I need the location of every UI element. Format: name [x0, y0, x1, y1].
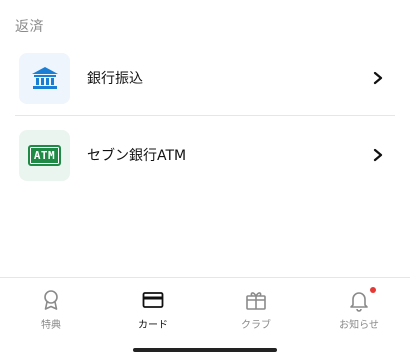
gift-icon	[246, 292, 266, 310]
bell-icon	[350, 292, 368, 312]
bottom-tab-bar: 特典 カード クラブ お知らせ	[0, 277, 410, 352]
card-icon	[142, 292, 164, 308]
bank-transfer-row[interactable]: 銀行振込	[0, 39, 410, 117]
tab-label: 特典	[41, 320, 61, 331]
bank-transfer-label: 銀行振込	[87, 71, 143, 87]
notification-dot	[370, 287, 376, 293]
tab-benefits[interactable]: 特典	[0, 278, 102, 338]
chevron-right-icon	[373, 148, 383, 162]
bank-icon-box	[19, 52, 70, 104]
home-indicator	[133, 348, 277, 352]
tab-card[interactable]: カード	[102, 278, 204, 338]
tab-label: カード	[138, 320, 168, 331]
chevron-right-icon	[373, 71, 383, 85]
award-icon	[44, 290, 58, 310]
tab-notifications[interactable]: お知らせ	[308, 278, 410, 338]
seven-bank-atm-label: セブン銀行ATM	[87, 148, 187, 164]
tab-label: お知らせ	[339, 320, 379, 331]
seven-bank-atm-row[interactable]: ATM セブン銀行ATM	[0, 116, 410, 194]
section-title: 返済	[15, 19, 44, 35]
tab-club[interactable]: クラブ	[205, 278, 307, 338]
bank-icon	[31, 67, 58, 89]
atm-icon-box: ATM	[19, 129, 70, 181]
tab-label: クラブ	[241, 320, 271, 331]
atm-icon: ATM	[28, 144, 61, 166]
